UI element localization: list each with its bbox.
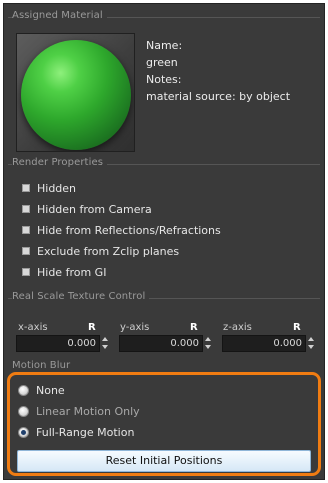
checkbox-label: Exclude from Zclip planes [37, 244, 180, 258]
checkbox-hidden[interactable]: Hidden [22, 181, 76, 195]
checkbox-hide-from-gi[interactable]: Hide from GI [22, 265, 106, 279]
x-axis-input[interactable]: 0.000 [16, 335, 100, 352]
y-axis-spinner[interactable] [204, 335, 211, 352]
z-axis-label: z-axis [223, 322, 252, 333]
x-axis-spinner[interactable] [101, 335, 108, 352]
radio-full-range-motion[interactable]: Full-Range Motion [18, 425, 134, 439]
checkbox-exclude-zclip[interactable]: Exclude from Zclip planes [22, 244, 179, 258]
spin-up-icon[interactable] [102, 337, 108, 341]
spin-down-icon[interactable] [205, 345, 211, 349]
spin-up-icon[interactable] [205, 337, 211, 341]
name-label: Name: [146, 39, 183, 52]
checkbox-hidden-from-camera[interactable]: Hidden from Camera [22, 202, 152, 216]
spin-down-icon[interactable] [308, 345, 314, 349]
radio-label: None [36, 383, 65, 397]
z-axis-input[interactable]: 0.000 [222, 335, 306, 352]
spin-up-icon[interactable] [308, 337, 314, 341]
spin-down-icon[interactable] [102, 345, 108, 349]
checkbox-label: Hidden from Camera [37, 202, 152, 216]
motion-blur-title: Motion Blur [12, 360, 75, 371]
checkbox-box[interactable] [22, 226, 30, 234]
checkbox-box[interactable] [22, 184, 30, 192]
x-axis-r-label: R [88, 322, 96, 333]
y-axis-input[interactable]: 0.000 [119, 335, 203, 352]
y-axis-label: y-axis [120, 322, 150, 333]
checkbox-hide-from-reflections[interactable]: Hide from Reflections/Refractions [22, 223, 221, 237]
checkbox-box[interactable] [22, 247, 30, 255]
reset-initial-positions-button[interactable]: Reset Initial Positions [17, 450, 311, 472]
name-value: green [146, 56, 178, 69]
radio-label: Linear Motion Only [36, 404, 140, 418]
checkbox-box[interactable] [22, 268, 30, 276]
checkbox-label: Hide from GI [37, 265, 107, 279]
checkbox-box[interactable] [22, 205, 30, 213]
radio-button[interactable] [18, 384, 29, 396]
real-scale-title: Real Scale Texture Control [12, 291, 150, 302]
notes-value: material source: by object [146, 90, 291, 103]
checkbox-label: Hide from Reflections/Refractions [37, 223, 221, 237]
render-properties-title: Render Properties [12, 157, 108, 168]
radio-button[interactable] [18, 426, 29, 438]
notes-label: Notes: [146, 73, 182, 86]
radio-linear-motion-only[interactable]: Linear Motion Only [18, 404, 140, 418]
x-axis-label: x-axis [18, 322, 48, 333]
z-axis-r-label: R [293, 322, 301, 333]
z-axis-spinner[interactable] [307, 335, 314, 352]
y-axis-r-label: R [190, 322, 198, 333]
radio-none[interactable]: None [18, 383, 65, 397]
radio-button[interactable] [18, 405, 29, 417]
material-sphere-icon [21, 40, 131, 150]
checkbox-label: Hidden [37, 181, 77, 195]
radio-label: Full-Range Motion [36, 425, 135, 439]
assigned-material-title: Assigned Material [12, 10, 107, 21]
material-preview[interactable] [16, 33, 135, 152]
